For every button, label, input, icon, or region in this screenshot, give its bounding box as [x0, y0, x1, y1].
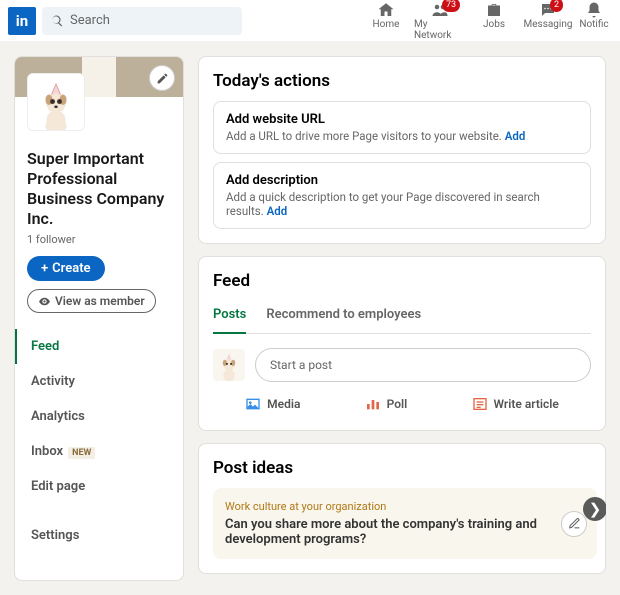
new-badge: NEW [68, 447, 95, 459]
next-idea-button[interactable]: ❯ [583, 497, 606, 521]
nav-messaging-label: Messaging [524, 19, 573, 30]
eye-icon [38, 295, 51, 308]
briefcase-icon [485, 1, 503, 19]
nav-network-label: My Network [414, 19, 466, 41]
nav-jobs[interactable]: Jobs [468, 1, 520, 41]
plus-icon: + [41, 261, 48, 276]
sidebar-item-analytics[interactable]: Analytics [15, 399, 183, 434]
search-icon [50, 14, 64, 28]
action-desc: Add a quick description to get your Page… [226, 190, 578, 218]
media-button[interactable]: Media [237, 392, 308, 416]
todays-actions-card: Today's actions Add website URL Add a UR… [198, 56, 606, 244]
action-title: Add website URL [226, 112, 578, 127]
sidebar-item-settings[interactable]: Settings [15, 518, 183, 553]
nav-jobs-label: Jobs [483, 19, 505, 30]
poll-icon [365, 396, 381, 412]
write-article-button[interactable]: Write article [464, 392, 567, 416]
nav-items: Home 73 My Network Jobs 2 Messaging Noti… [360, 1, 612, 41]
tab-posts[interactable]: Posts [213, 301, 246, 334]
feed-title: Feed [213, 271, 591, 291]
feed-card: Feed Posts Recommend to employees Start … [198, 256, 606, 431]
compose-icon [568, 517, 581, 530]
action-desc: Add a URL to drive more Page visitors to… [226, 129, 578, 143]
edit-idea-button[interactable] [561, 511, 587, 537]
nav-notifications[interactable]: Notific [576, 1, 612, 41]
sidebar-menu: Feed Activity Analytics InboxNEW Edit pa… [15, 329, 183, 553]
composer-avatar [213, 349, 245, 381]
top-nav: in Search Home 73 My Network Jobs 2 Mess… [0, 0, 620, 42]
nav-home[interactable]: Home [360, 1, 412, 41]
sidebar-item-edit-page[interactable]: Edit page [15, 469, 183, 504]
chevron-right-icon: ❯ [589, 500, 602, 518]
avatar-image [34, 80, 78, 130]
poll-button[interactable]: Poll [357, 392, 416, 416]
media-icon [245, 396, 261, 412]
action-add-website[interactable]: Add website URL Add a URL to drive more … [213, 101, 591, 154]
feed-tabs: Posts Recommend to employees [213, 301, 591, 334]
nav-home-label: Home [373, 19, 400, 30]
view-as-label: View as member [55, 294, 145, 308]
pencil-icon [156, 72, 169, 85]
idea-category: Work culture at your organization [225, 500, 585, 513]
sidebar-item-feed[interactable]: Feed [15, 329, 183, 364]
badge-messaging: 2 [550, 0, 563, 12]
nav-network[interactable]: 73 My Network [414, 1, 466, 41]
sidebar-item-activity[interactable]: Activity [15, 364, 183, 399]
home-icon [377, 1, 395, 19]
post-ideas-title: Post ideas [213, 458, 597, 478]
nav-messaging[interactable]: 2 Messaging [522, 1, 574, 41]
post-ideas-card: Post ideas Work culture at your organiza… [198, 443, 606, 574]
sidebar: Super Important Professional Business Co… [14, 56, 184, 581]
edit-cover-button[interactable] [149, 65, 175, 91]
create-label: Create [52, 261, 90, 276]
view-as-member-button[interactable]: View as member [27, 289, 156, 313]
linkedin-logo[interactable]: in [8, 7, 36, 35]
bell-icon [585, 1, 603, 19]
page-title: Super Important Professional Business Co… [27, 149, 171, 229]
create-button[interactable]: + Create [27, 256, 105, 281]
search-placeholder: Search [70, 13, 110, 28]
action-title: Add description [226, 173, 578, 188]
article-icon [472, 396, 488, 412]
sidebar-item-inbox[interactable]: InboxNEW [15, 434, 183, 469]
badge-network: 73 [442, 0, 460, 12]
nav-notif-label: Notific [579, 19, 608, 30]
add-link[interactable]: Add [505, 129, 526, 143]
add-link[interactable]: Add [267, 204, 288, 218]
page-avatar[interactable] [27, 73, 85, 131]
action-add-description[interactable]: Add description Add a quick description … [213, 162, 591, 229]
follower-count: 1 follower [27, 233, 171, 246]
tab-recommend[interactable]: Recommend to employees [266, 301, 421, 334]
todays-actions-title: Today's actions [213, 71, 591, 91]
idea-question: Can you share more about the company's t… [225, 517, 585, 547]
search-input[interactable]: Search [42, 7, 242, 35]
start-post-input[interactable]: Start a post [255, 348, 591, 382]
post-idea: Work culture at your organization Can yo… [213, 488, 597, 559]
